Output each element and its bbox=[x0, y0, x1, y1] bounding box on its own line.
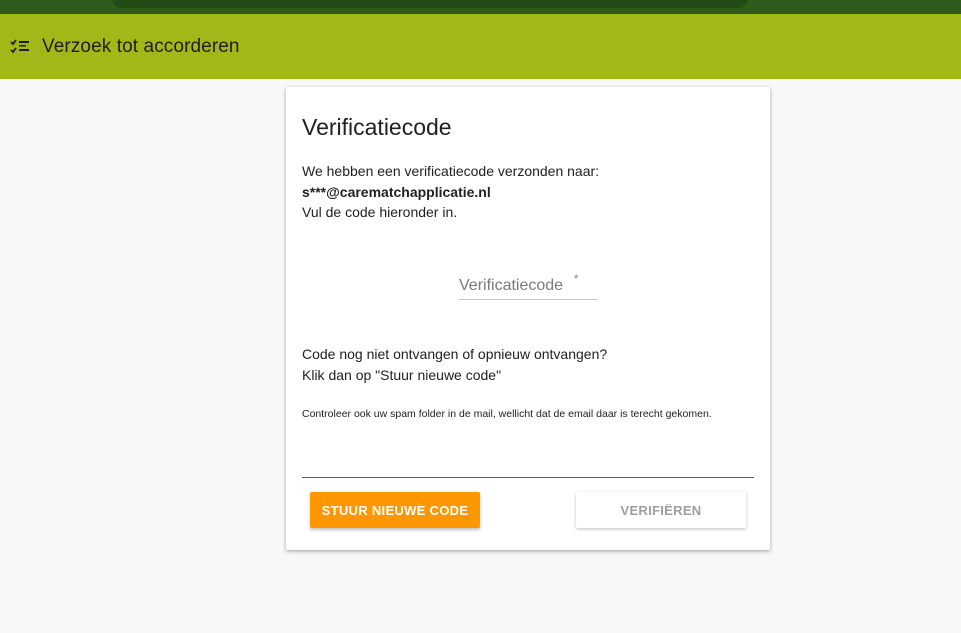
resend-info: Code nog niet ontvangen of opnieuw ontva… bbox=[302, 344, 607, 385]
top-search-pill bbox=[112, 0, 748, 8]
resend-question: Code nog niet ontvangen of opnieuw ontva… bbox=[302, 346, 608, 362]
card-title: Verificatiecode bbox=[302, 114, 452, 140]
masked-email: s***@carematchapplicatie.nl bbox=[302, 183, 491, 200]
divider bbox=[302, 477, 754, 478]
app-bar-title: Verzoek tot accorderen bbox=[42, 35, 240, 57]
intro-sent-line: We hebben een verificatiecode verzonden … bbox=[302, 163, 600, 179]
spam-note: Controleer ook uw spam folder in de mail… bbox=[302, 408, 712, 420]
resend-instruction: Klik dan op "Stuur nieuwe code" bbox=[302, 366, 502, 383]
verification-code-field[interactable]: * bbox=[459, 273, 598, 300]
verify-button[interactable]: Verifiëren bbox=[576, 492, 746, 528]
intro-instruction-line: Vul de code hieronder in. bbox=[302, 204, 458, 220]
required-marker: * bbox=[574, 273, 579, 285]
app-bar: Verzoek tot accorderen bbox=[0, 14, 961, 79]
verification-card: Verificatiecode We hebben een verificati… bbox=[286, 87, 770, 550]
resend-code-button[interactable]: Stuur nieuwe code bbox=[310, 492, 480, 528]
intro-text: We hebben een verificatiecode verzonden … bbox=[302, 161, 599, 223]
checklist-icon bbox=[10, 37, 30, 57]
browser-top-strip bbox=[0, 0, 961, 14]
